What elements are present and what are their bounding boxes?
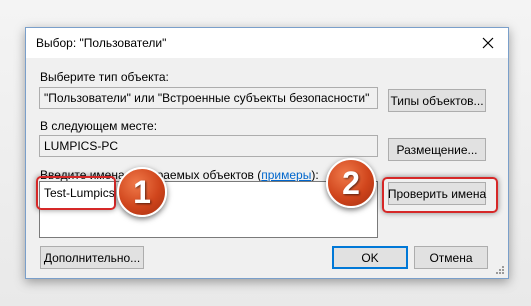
check-names-button[interactable]: Проверить имена — [388, 182, 486, 205]
enter-names-label: Введите имена выбираемых объектов (приме… — [40, 168, 319, 182]
select-users-dialog: Выбор: "Пользователи" Выберите тип объек… — [25, 27, 509, 279]
ok-button[interactable]: OK — [332, 246, 408, 269]
advanced-button[interactable]: Дополнительно... — [40, 246, 144, 269]
close-button[interactable] — [468, 28, 508, 58]
object-types-button[interactable]: Типы объектов... — [388, 89, 486, 112]
location-field: LUMPICS-PC — [39, 135, 378, 157]
title-bar: Выбор: "Пользователи" — [26, 28, 508, 58]
resize-grip-icon[interactable] — [495, 265, 505, 275]
locations-button[interactable]: Размещение... — [388, 138, 486, 161]
object-type-field: "Пользователи" или "Встроенные субъекты … — [39, 87, 378, 109]
enter-names-label-end: ): — [311, 168, 319, 182]
step-2-badge: 2 — [326, 158, 376, 208]
location-label: В следующем месте: — [40, 119, 158, 133]
object-names-value: Test-Lumpics — [44, 186, 115, 200]
step-1-badge: 1 — [117, 167, 167, 217]
object-type-label: Выберите тип объекта: — [40, 70, 169, 84]
window-title: Выбор: "Пользователи" — [36, 36, 167, 50]
examples-link[interactable]: примеры — [261, 168, 311, 182]
cancel-button[interactable]: Отмена — [414, 246, 488, 269]
close-icon — [482, 37, 494, 49]
